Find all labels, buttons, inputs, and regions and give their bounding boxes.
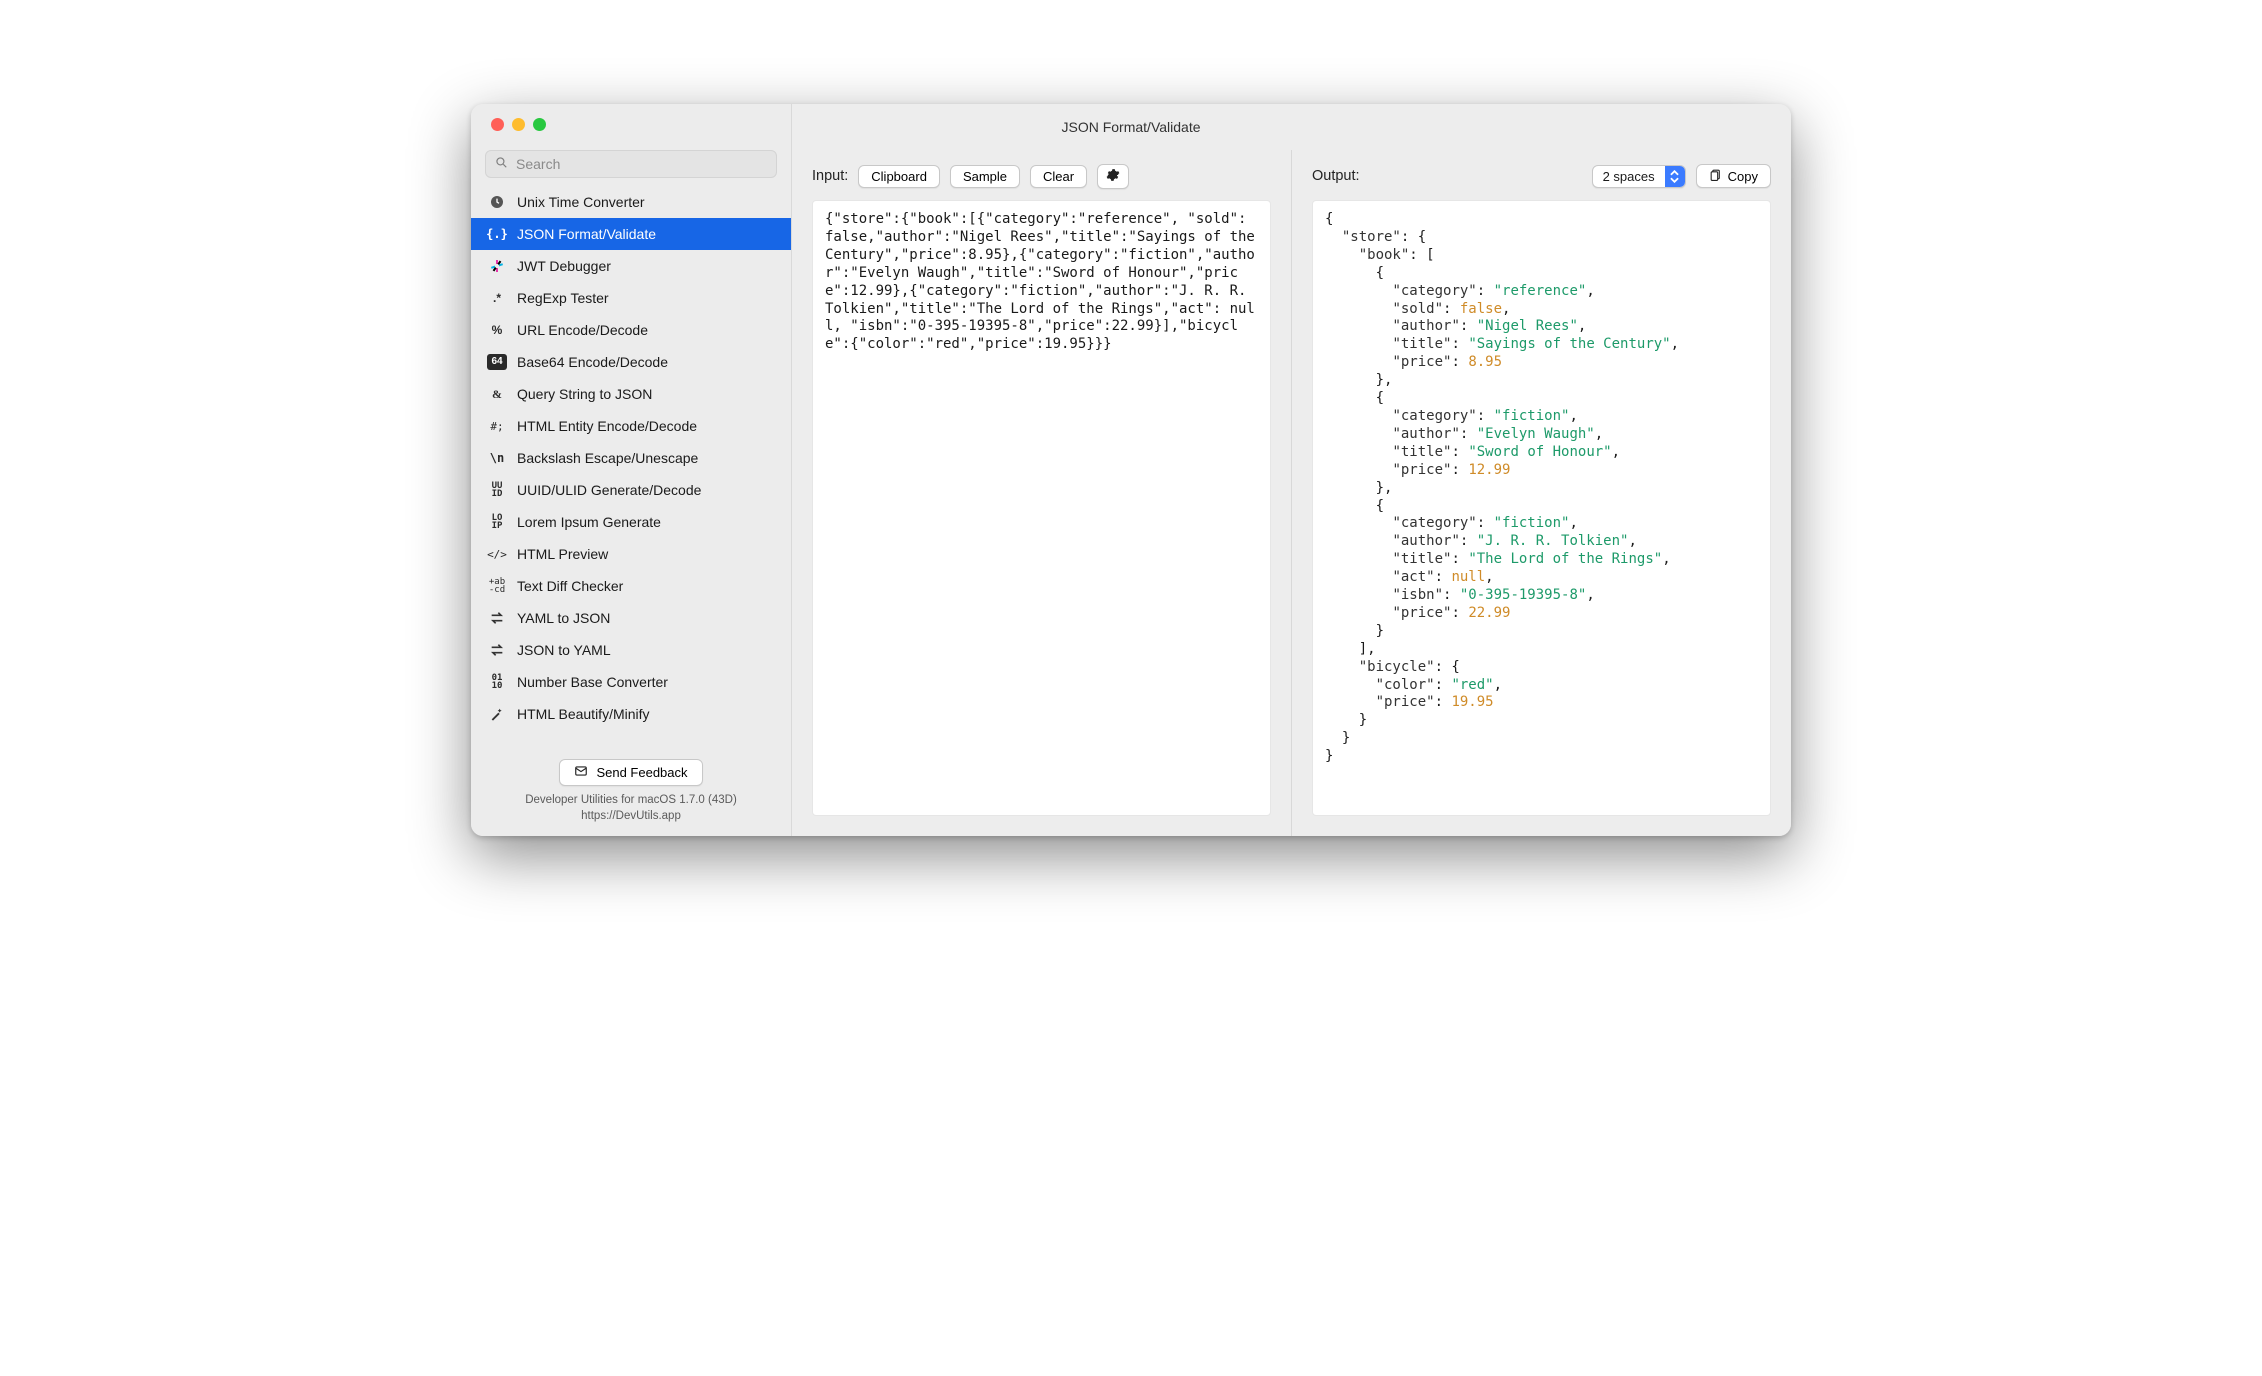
app-url-text: https://DevUtils.app (525, 808, 737, 824)
send-feedback-label: Send Feedback (596, 765, 687, 780)
search-input[interactable] (514, 155, 768, 173)
sidebar: Unix Time Converter {.} JSON Format/Valida… (471, 104, 792, 836)
sidebar-item-backslash-escape-unescape[interactable]: \n Backslash Escape/Unescape (471, 442, 791, 474)
sidebar-item-url-encode-decode[interactable]: % URL Encode/Decode (471, 314, 791, 346)
output-label: Output: (1312, 168, 1360, 184)
sidebar-item-label: Text Diff Checker (517, 578, 623, 594)
sidebar-item-text-diff-checker[interactable]: +ab-cd Text Diff Checker (471, 570, 791, 602)
sidebar-item-number-base-converter[interactable]: 0110 Number Base Converter (471, 666, 791, 698)
wand-icon (487, 704, 507, 724)
sidebar-item-unix-time-converter[interactable]: Unix Time Converter (471, 186, 791, 218)
send-feedback-button[interactable]: Send Feedback (559, 759, 702, 786)
binary-icon: 0110 (487, 672, 507, 692)
sidebar-item-label: HTML Beautify/Minify (517, 706, 650, 722)
sidebar-item-label: Number Base Converter (517, 674, 668, 690)
copy-label: Copy (1728, 169, 1758, 184)
hash-semicolon-icon: #; (487, 416, 507, 436)
sidebar-item-query-string-to-json[interactable]: &Query String to JSON (471, 378, 791, 410)
sidebar-item-html-preview[interactable]: </> HTML Preview (471, 538, 791, 570)
sidebar-item-base64-encode-decode[interactable]: 64 Base64 Encode/Decode (471, 346, 791, 378)
percent-icon: % (487, 320, 507, 340)
input-textarea[interactable]: {"store":{"book":[{"category":"reference… (812, 200, 1271, 816)
64-badge-icon: 64 (487, 354, 507, 370)
sidebar-item-label: HTML Entity Encode/Decode (517, 418, 697, 434)
sidebar-item-label: JWT Debugger (517, 258, 611, 274)
sample-button[interactable]: Sample (950, 165, 1020, 188)
sidebar-item-label: URL Encode/Decode (517, 322, 648, 338)
main-area: Input: Clipboard Sample Clear {"store":{… (792, 104, 1791, 836)
sidebar-footer: Send Feedback Developer Utilities for ma… (471, 751, 791, 836)
search-icon (494, 155, 508, 174)
zoom-window-button[interactable] (533, 118, 546, 131)
sidebar-item-label: Query String to JSON (517, 386, 652, 402)
sidebar-item-label: JSON Format/Validate (517, 226, 656, 242)
sidebar-item-label: RegExp Tester (517, 290, 609, 306)
jwt-icon (487, 256, 507, 276)
sidebar-item-json-format-validate[interactable]: {.} JSON Format/Validate (471, 218, 791, 250)
window-controls (491, 118, 546, 131)
indent-select-value: 2 spaces (1593, 166, 1665, 187)
clear-button[interactable]: Clear (1030, 165, 1087, 188)
uuid-icon: UUID (487, 480, 507, 500)
close-window-button[interactable] (491, 118, 504, 131)
sidebar-item-label: Lorem Ipsum Generate (517, 514, 661, 530)
minimize-window-button[interactable] (512, 118, 525, 131)
sidebar-item-label: UUID/ULID Generate/Decode (517, 482, 701, 498)
sidebar-item-html-beautify-minify[interactable]: HTML Beautify/Minify (471, 698, 791, 730)
app-window: JSON Format/Validate Unix Time Converter… (471, 104, 1791, 836)
chevron-updown-icon (1665, 166, 1685, 187)
sidebar-item-json-to-yaml[interactable]: JSON to YAML (471, 634, 791, 666)
output-view[interactable]: { "store": { "book": [ { "category": "re… (1312, 200, 1771, 816)
backslash-n-icon: \n (487, 448, 507, 468)
copy-button[interactable]: Copy (1696, 164, 1771, 188)
settings-button[interactable] (1097, 164, 1129, 189)
abcd-icon: +ab-cd (487, 576, 507, 596)
swap-icon (487, 608, 507, 628)
app-version-text: Developer Utilities for macOS 1.7.0 (43D… (525, 792, 737, 808)
sidebar-item-lorem-ipsum-generate[interactable]: LOIP Lorem Ipsum Generate (471, 506, 791, 538)
ampersand-icon: & (487, 384, 507, 404)
sidebar-item-html-entity-encode-decode[interactable]: #; HTML Entity Encode/Decode (471, 410, 791, 442)
sidebar-item-uuid-ulid-generate-decode[interactable]: UUID UUID/ULID Generate/Decode (471, 474, 791, 506)
clipboard-icon (1709, 168, 1722, 184)
swap-icon (487, 640, 507, 660)
input-label: Input: (812, 168, 848, 184)
clock-icon (487, 192, 507, 212)
sidebar-item-yaml-to-json[interactable]: YAML to JSON (471, 602, 791, 634)
indent-select[interactable]: 2 spaces (1592, 165, 1686, 188)
sidebar-item-label: Backslash Escape/Unescape (517, 450, 698, 466)
sidebar-item-label: Base64 Encode/Decode (517, 354, 668, 370)
sidebar-item-regexp-tester[interactable]: .* RegExp Tester (471, 282, 791, 314)
sidebar-item-label: YAML to JSON (517, 610, 610, 626)
braces-icon: {.} (487, 224, 507, 244)
mail-icon (574, 764, 588, 781)
gear-icon (1106, 168, 1120, 185)
loip-icon: LOIP (487, 512, 507, 532)
sidebar-item-jwt-debugger[interactable]: JWT Debugger (471, 250, 791, 282)
clipboard-button[interactable]: Clipboard (858, 165, 940, 188)
search-field-wrap[interactable] (485, 150, 777, 178)
tool-list[interactable]: Unix Time Converter {.} JSON Format/Valida… (471, 186, 791, 751)
sidebar-item-label: JSON to YAML (517, 642, 611, 658)
sidebar-item-label: Unix Time Converter (517, 194, 645, 210)
sidebar-item-label: HTML Preview (517, 546, 608, 562)
code-tag-icon: </> (487, 544, 507, 564)
input-pane: Input: Clipboard Sample Clear {"store":{… (792, 150, 1291, 836)
regex-icon: .* (487, 288, 507, 308)
output-pane: Output: 2 spaces Copy (1291, 150, 1791, 836)
